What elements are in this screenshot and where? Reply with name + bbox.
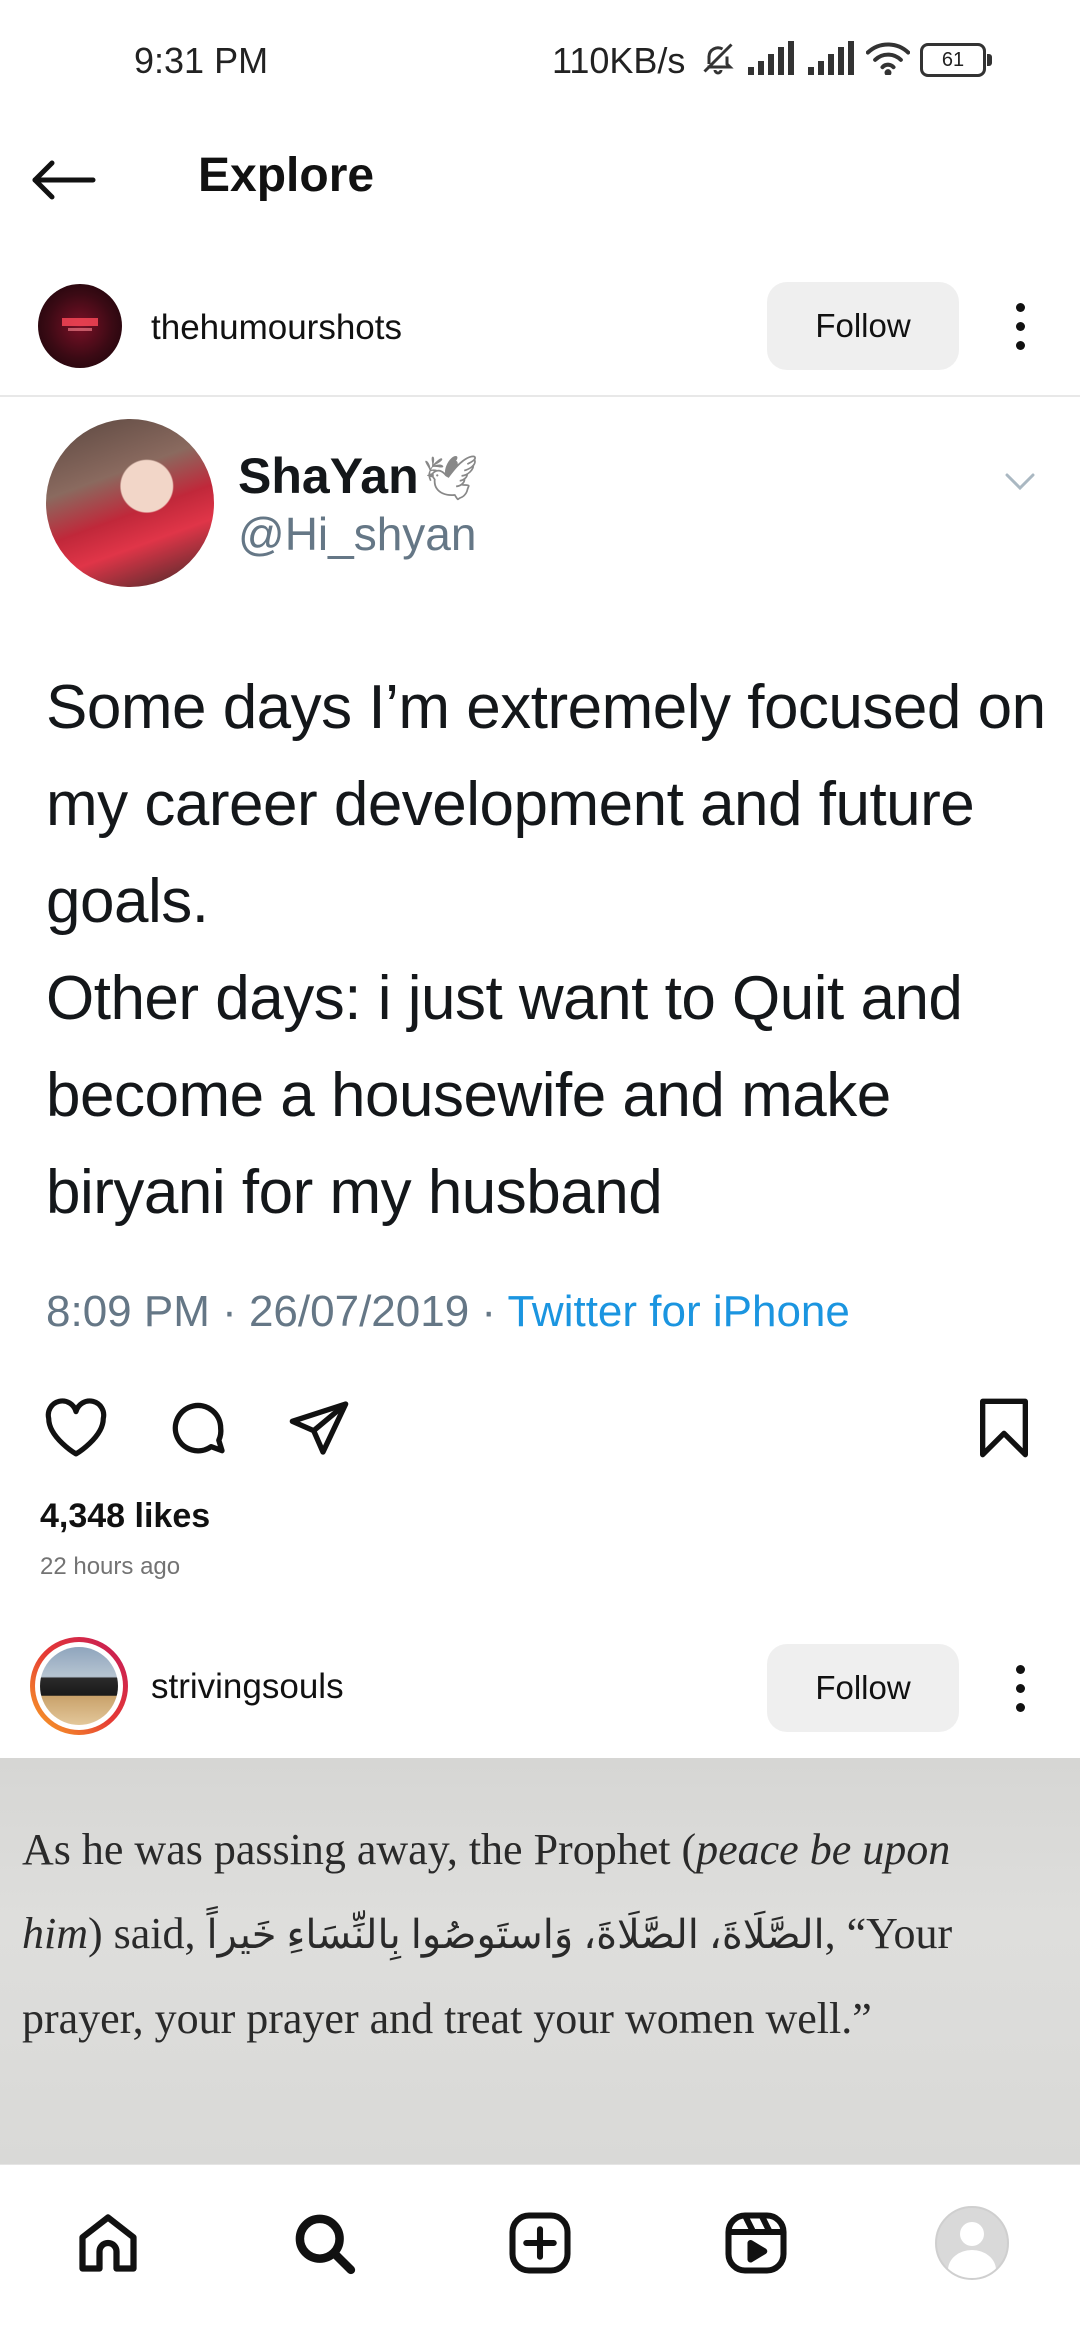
tweet-avatar xyxy=(46,419,214,587)
follow-button[interactable]: Follow xyxy=(767,282,959,370)
signal-icon xyxy=(746,40,796,80)
follow-button[interactable]: Follow xyxy=(767,1644,959,1732)
share-icon[interactable] xyxy=(283,1392,355,1464)
status-bar: 9:31 PM 110KB/s 61 xyxy=(0,0,1080,120)
battery-icon: 61 xyxy=(920,43,992,77)
post-image-book[interactable]: As he was passing away, the Prophet (pea… xyxy=(0,1758,1080,2164)
avatar[interactable] xyxy=(38,284,122,368)
more-options-icon[interactable] xyxy=(1000,1648,1040,1728)
avatar xyxy=(40,1647,118,1725)
tweet-source: Twitter for iPhone xyxy=(507,1287,850,1336)
username[interactable]: strivingsouls xyxy=(151,1667,344,1707)
reels-icon[interactable] xyxy=(716,2203,796,2283)
status-icons: 61 xyxy=(700,40,992,81)
bottom-nav xyxy=(0,2164,1080,2341)
avatar-logo xyxy=(62,318,98,331)
tweet-text: Some days I’m extremely focused on my ca… xyxy=(46,673,1046,1227)
post-header: strivingsouls Follow xyxy=(0,1633,1080,1745)
likes-count[interactable]: 4,348 likes xyxy=(40,1497,210,1536)
post-header: thehumourshots Follow xyxy=(0,274,1080,386)
comment-icon[interactable] xyxy=(162,1392,234,1464)
network-speed: 110KB/s xyxy=(552,40,686,81)
wifi-icon xyxy=(865,41,911,80)
search-icon[interactable] xyxy=(284,2203,364,2283)
username[interactable]: thehumourshots xyxy=(151,308,402,348)
more-options-icon[interactable] xyxy=(1000,286,1040,366)
post-image-tweet[interactable]: ShaYan🕊 @Hi_shyan Some days I’m extremel… xyxy=(0,397,1080,1357)
save-icon[interactable] xyxy=(968,1392,1040,1464)
dove-icon: 🕊 xyxy=(422,454,479,503)
signal-icon xyxy=(806,40,856,80)
back-button[interactable] xyxy=(30,140,130,220)
create-icon[interactable] xyxy=(500,2203,580,2283)
tweet-name: ShaYan🕊 xyxy=(238,448,479,504)
book-text: As he was passing away, the Prophet (pea… xyxy=(22,1825,953,2043)
tweet-timestamp: 8:09 PM · 26/07/2019 · Twitter for iPhon… xyxy=(46,1287,850,1336)
post-actions xyxy=(0,1392,1080,1472)
chevron-down-icon xyxy=(1005,473,1035,491)
like-icon[interactable] xyxy=(40,1392,112,1464)
profile-icon[interactable] xyxy=(932,2203,1012,2283)
story-ring[interactable] xyxy=(30,1637,128,1735)
tweet-handle: @Hi_shyan xyxy=(238,508,477,560)
mute-icon xyxy=(700,40,736,81)
home-icon[interactable] xyxy=(68,2203,148,2283)
post-time: 22 hours ago xyxy=(40,1553,181,1580)
status-time: 9:31 PM xyxy=(134,40,269,81)
avatar xyxy=(935,2206,1009,2280)
page-title: Explore xyxy=(198,149,375,202)
arrow-left-icon xyxy=(32,160,96,200)
